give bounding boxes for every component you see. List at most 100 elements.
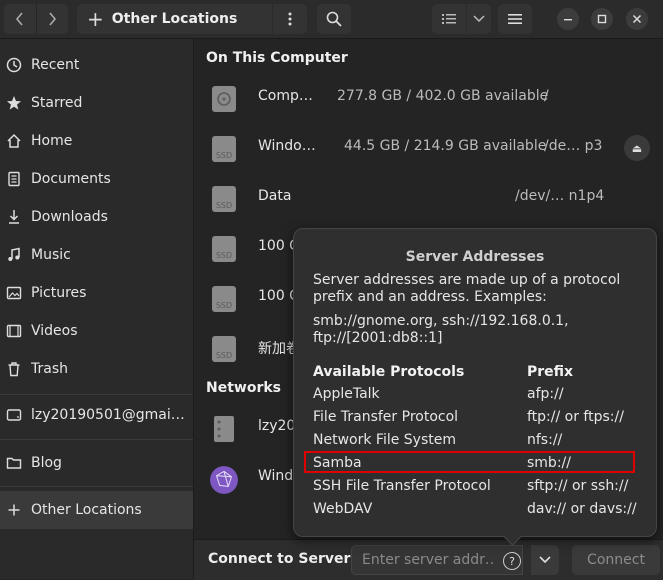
protocol-prefix: sftp:// or ssh:// bbox=[527, 478, 629, 494]
prefix-header: Prefix bbox=[527, 364, 574, 380]
sidebar-item-label: Recent bbox=[31, 57, 80, 73]
ssd-icon: SSD bbox=[212, 186, 236, 212]
view-options-button[interactable] bbox=[467, 4, 491, 34]
header-bar: + Other Locations bbox=[0, 0, 663, 39]
minimize-button[interactable] bbox=[557, 8, 579, 30]
sidebar-item-music[interactable]: Music bbox=[0, 236, 193, 274]
ssd-icon: SSD bbox=[212, 336, 236, 362]
maximize-button[interactable] bbox=[591, 8, 613, 30]
protocol-name: AppleTalk bbox=[313, 386, 380, 402]
server-icon bbox=[214, 416, 234, 442]
account-icon bbox=[6, 407, 22, 423]
nav-buttons bbox=[4, 4, 68, 34]
sidebar-item-other-locations[interactable]: Other Locations bbox=[0, 491, 193, 529]
location-menu-button[interactable] bbox=[273, 4, 307, 34]
search-button[interactable] bbox=[317, 4, 351, 34]
sidebar: Recent Starred Home Documents Downloads … bbox=[0, 39, 194, 579]
connect-button[interactable]: Connect bbox=[572, 545, 660, 575]
location-bar[interactable]: + Other Locations bbox=[77, 4, 272, 34]
protocol-row: File Transfer Protocol ftp:// or ftps:// bbox=[294, 407, 656, 430]
eject-button[interactable]: ⏏ bbox=[624, 135, 650, 161]
sidebar-item-label: Starred bbox=[31, 95, 83, 111]
chevron-down-icon bbox=[473, 15, 485, 23]
plus-icon: + bbox=[87, 7, 104, 31]
sidebar-separator bbox=[0, 394, 193, 395]
drive-mount: /de… p3 bbox=[544, 138, 603, 154]
server-address-field[interactable]: ? bbox=[351, 545, 523, 575]
forward-button[interactable] bbox=[35, 4, 69, 34]
drive-row[interactable]: Comp… 277.8 GB / 402.0 GB available / bbox=[194, 73, 663, 123]
sidebar-item-label: Documents bbox=[31, 171, 111, 187]
samba-highlight-box bbox=[304, 451, 635, 473]
sidebar-item-label: Other Locations bbox=[31, 502, 142, 518]
protocols-header: Available Protocols bbox=[313, 364, 465, 380]
picture-icon bbox=[6, 285, 22, 301]
music-icon bbox=[6, 247, 22, 263]
sidebar-item-documents[interactable]: Documents bbox=[0, 160, 193, 198]
drive-capacity: 277.8 GB / 402.0 GB available bbox=[337, 88, 549, 104]
section-on-this-computer: On This Computer bbox=[206, 50, 348, 66]
svg-text:SSD: SSD bbox=[216, 151, 232, 160]
view-list-button[interactable] bbox=[432, 4, 466, 34]
server-address-input[interactable] bbox=[360, 551, 496, 569]
drive-mount: /dev/… n1p4 bbox=[515, 188, 605, 204]
sidebar-item-trash[interactable]: Trash bbox=[0, 350, 193, 388]
sidebar-item-label: Downloads bbox=[31, 209, 108, 225]
vertical-dots-icon bbox=[288, 12, 292, 26]
ssd-icon: SSD bbox=[212, 136, 236, 162]
sidebar-item-downloads[interactable]: Downloads bbox=[0, 198, 193, 236]
drive-row[interactable]: SSD Windo… 44.5 GB / 214.9 GB available … bbox=[194, 123, 663, 173]
sidebar-item-account[interactable]: lzy20190501@gmai… bbox=[0, 396, 193, 434]
trash-icon bbox=[6, 361, 22, 377]
back-button[interactable] bbox=[4, 4, 36, 34]
sidebar-separator bbox=[0, 439, 193, 440]
protocol-row: Network File System nfs:// bbox=[294, 430, 656, 453]
sidebar-item-videos[interactable]: Videos bbox=[0, 312, 193, 350]
document-icon bbox=[6, 171, 22, 187]
connect-label: Connect to Server bbox=[208, 551, 351, 567]
svg-text:SSD: SSD bbox=[216, 351, 232, 360]
network-name: Wind bbox=[258, 468, 294, 484]
close-button[interactable] bbox=[626, 8, 648, 30]
protocol-name: SSH File Transfer Protocol bbox=[313, 478, 491, 494]
popover-examples: smb://gnome.org, ssh://192.168.0.1, ftp:… bbox=[313, 313, 569, 346]
star-icon bbox=[6, 95, 22, 111]
recent-servers-dropdown[interactable] bbox=[531, 545, 559, 575]
sidebar-item-label: Pictures bbox=[31, 285, 87, 301]
hard-disk-icon bbox=[212, 86, 236, 112]
sidebar-item-label: Music bbox=[31, 247, 71, 263]
chevron-left-icon bbox=[15, 12, 23, 26]
sidebar-item-recent[interactable]: Recent bbox=[0, 46, 193, 84]
search-icon bbox=[326, 11, 342, 27]
network-globe-icon bbox=[210, 466, 238, 494]
video-icon bbox=[6, 323, 22, 339]
sidebar-item-starred[interactable]: Starred bbox=[0, 84, 193, 122]
main-menu-button[interactable] bbox=[498, 4, 532, 34]
chevron-down-icon bbox=[539, 556, 551, 564]
sidebar-item-blog[interactable]: Blog bbox=[0, 444, 193, 482]
folder-icon bbox=[6, 455, 22, 471]
sidebar-separator bbox=[0, 486, 193, 487]
server-addresses-popover: Server Addresses Server addresses are ma… bbox=[293, 228, 657, 546]
sidebar-item-label: Videos bbox=[31, 323, 78, 339]
drive-mount: / bbox=[544, 88, 549, 104]
plus-icon bbox=[6, 502, 22, 518]
help-icon[interactable]: ? bbox=[503, 552, 521, 570]
list-view-icon bbox=[442, 14, 456, 24]
section-networks: Networks bbox=[206, 380, 282, 396]
drive-name: Data bbox=[258, 188, 292, 204]
sidebar-item-home[interactable]: Home bbox=[0, 122, 193, 160]
location-label: Other Locations bbox=[111, 11, 238, 27]
drive-row[interactable]: SSD Data /dev/… n1p4 bbox=[194, 173, 663, 223]
svg-text:SSD: SSD bbox=[216, 201, 232, 210]
sidebar-item-label: Home bbox=[31, 133, 73, 149]
protocol-name: WebDAV bbox=[313, 501, 373, 517]
sidebar-item-pictures[interactable]: Pictures bbox=[0, 274, 193, 312]
connect-bar: Connect to Server ? Connect bbox=[194, 539, 663, 580]
hamburger-icon bbox=[508, 14, 522, 24]
chevron-right-icon bbox=[49, 12, 57, 26]
protocol-prefix: ftp:// or ftps:// bbox=[527, 409, 624, 425]
sidebar-item-label: Trash bbox=[31, 361, 68, 377]
popover-description: Server addresses are made up of a protoc… bbox=[313, 272, 621, 305]
svg-text:SSD: SSD bbox=[216, 301, 232, 310]
